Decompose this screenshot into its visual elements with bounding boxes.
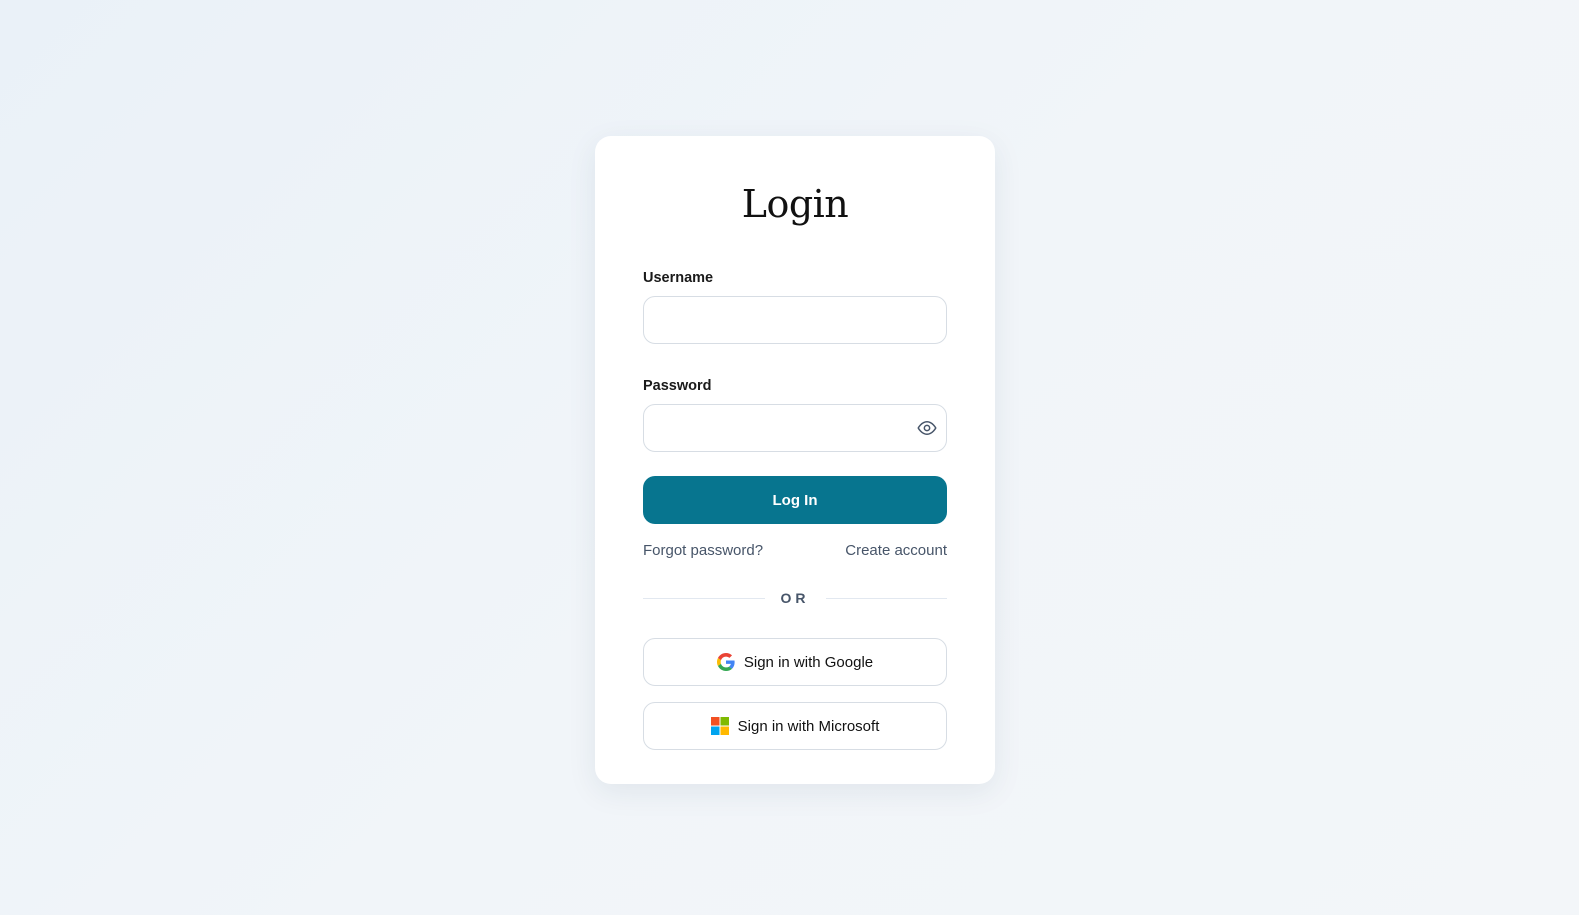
- microsoft-signin-label: Sign in with Microsoft: [737, 717, 880, 735]
- or-divider: OR: [643, 588, 947, 608]
- microsoft-signin-button[interactable]: Sign in with Microsoft: [643, 702, 947, 750]
- google-icon: [716, 653, 735, 671]
- password-label: Password: [643, 378, 712, 394]
- google-signin-button[interactable]: Sign in with Google: [643, 638, 947, 686]
- divider-text: OR: [780, 590, 810, 606]
- username-field-wrap: [643, 296, 947, 344]
- create-account-link[interactable]: Create account: [845, 541, 947, 561]
- divider-line-right: [825, 597, 947, 599]
- login-button[interactable]: Log In: [643, 476, 947, 524]
- divider-line-left: [643, 597, 765, 599]
- page-title: Login: [741, 182, 849, 226]
- forgot-password-link[interactable]: Forgot password?: [643, 541, 763, 561]
- username-input[interactable]: [643, 296, 947, 344]
- eye-icon[interactable]: [915, 416, 939, 440]
- google-signin-label: Sign in with Google: [743, 653, 874, 671]
- login-card: Login Username Password Log In Forgot pa…: [595, 136, 995, 784]
- password-field-wrap: [643, 404, 947, 452]
- auth-links: Forgot password? Create account: [643, 541, 947, 561]
- microsoft-icon: [710, 717, 729, 735]
- username-label: Username: [643, 270, 714, 286]
- password-input[interactable]: [643, 404, 947, 452]
